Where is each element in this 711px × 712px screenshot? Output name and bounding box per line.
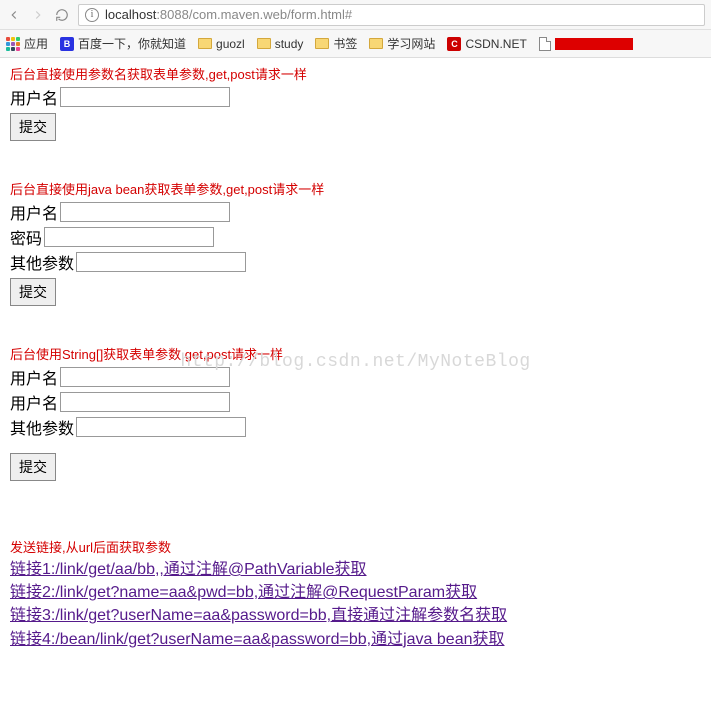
baidu-icon: B [60, 37, 74, 51]
input-username-2[interactable] [60, 202, 230, 222]
link-3[interactable]: 链接3:/link/get?userName=aa&password=bb,直接… [10, 604, 701, 627]
forward-icon[interactable] [30, 7, 46, 23]
section-1-title: 后台直接使用参数名获取表单参数,get,post请求一样 [10, 64, 701, 83]
bookmark-study[interactable]: study [257, 37, 304, 51]
section-2: 后台直接使用java bean获取表单参数,get,post请求一样 用户名 密… [10, 179, 701, 306]
bookmark-shuqian[interactable]: 书签 [315, 35, 357, 52]
submit-button-1[interactable]: 提交 [10, 113, 56, 141]
label-other: 其他参数 [10, 250, 74, 274]
input-other-3[interactable] [76, 417, 246, 437]
label-username: 用户名 [10, 365, 58, 389]
section-3-title: 后台使用String[]获取表单参数,get,post请求一样 [10, 344, 701, 363]
label-username: 用户名 [10, 390, 58, 414]
bookmark-guozl[interactable]: guozl [198, 37, 245, 51]
reload-icon[interactable] [54, 7, 70, 23]
input-username-1[interactable] [60, 87, 230, 107]
label-username: 用户名 [10, 200, 58, 224]
row-username-1: 用户名 [10, 85, 701, 109]
bookmark-blank[interactable] [539, 37, 633, 51]
apps-button[interactable]: 应用 [6, 35, 48, 52]
input-username-3a[interactable] [60, 367, 230, 387]
back-icon[interactable] [6, 7, 22, 23]
section-1: 后台直接使用参数名获取表单参数,get,post请求一样 用户名 提交 [10, 64, 701, 141]
folder-icon [257, 38, 271, 49]
info-icon[interactable]: i [85, 8, 99, 22]
row-username-3a: 用户名 [10, 365, 701, 389]
row-password: 密码 [10, 225, 701, 249]
input-username-3b[interactable] [60, 392, 230, 412]
label-password: 密码 [10, 225, 42, 249]
link-2[interactable]: 链接2:/link/get?name=aa&pwd=bb,通过注解@Reques… [10, 581, 701, 604]
folder-icon [369, 38, 383, 49]
folder-icon [198, 38, 212, 49]
label-username: 用户名 [10, 85, 58, 109]
page-icon [539, 37, 551, 51]
section-4-title: 发送链接,从url后面获取参数 [10, 537, 701, 556]
section-3: 后台使用String[]获取表单参数,get,post请求一样 用户名 用户名 … [10, 344, 701, 481]
csdn-icon: C [447, 37, 461, 51]
bookmark-csdn[interactable]: CCSDN.NET [447, 37, 526, 51]
section-2-title: 后台直接使用java bean获取表单参数,get,post请求一样 [10, 179, 701, 198]
section-4: 发送链接,从url后面获取参数 链接1:/link/get/aa/bb,,通过注… [10, 537, 701, 651]
submit-button-2[interactable]: 提交 [10, 278, 56, 306]
row-other-2: 其他参数 [10, 250, 701, 274]
bookmark-baidu[interactable]: B百度一下，你就知道 [60, 35, 186, 52]
url-bar[interactable]: i localhost:8088/com.maven.web/form.html… [78, 4, 705, 26]
row-username-2: 用户名 [10, 200, 701, 224]
redacted-bar [555, 38, 633, 50]
input-other-2[interactable] [76, 252, 246, 272]
bookmarks-bar: 应用 B百度一下，你就知道 guozl study 书签 学习网站 CCSDN.… [0, 30, 711, 58]
row-other-3: 其他参数 [10, 415, 701, 439]
link-1[interactable]: 链接1:/link/get/aa/bb,,通过注解@PathVariable获取 [10, 558, 701, 581]
browser-toolbar: i localhost:8088/com.maven.web/form.html… [0, 0, 711, 30]
input-password[interactable] [44, 227, 214, 247]
apps-icon [6, 37, 20, 51]
link-4[interactable]: 链接4:/bean/link/get?userName=aa&password=… [10, 628, 701, 651]
submit-button-3[interactable]: 提交 [10, 453, 56, 481]
url-text: localhost:8088/com.maven.web/form.html# [105, 7, 352, 22]
page-content: http://blog.csdn.net/MyNoteBlog 后台直接使用参数… [0, 58, 711, 695]
folder-icon [315, 38, 329, 49]
bookmark-xuexi[interactable]: 学习网站 [369, 35, 435, 52]
label-other: 其他参数 [10, 415, 74, 439]
row-username-3b: 用户名 [10, 390, 701, 414]
